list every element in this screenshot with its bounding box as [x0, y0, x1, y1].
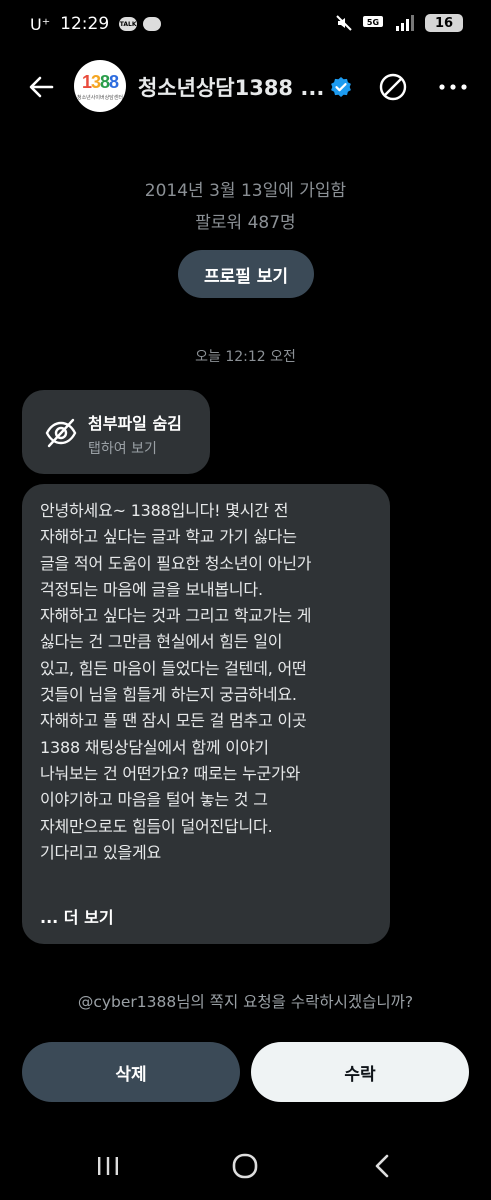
- clock: 12:29: [60, 14, 110, 34]
- status-right: 5G 16: [335, 14, 463, 32]
- verified-badge-icon: [331, 77, 352, 97]
- carrier-label: U⁺: [30, 14, 51, 34]
- mute-icon: [336, 15, 352, 31]
- nav-back-icon[interactable]: [372, 1153, 392, 1179]
- block-icon[interactable]: [378, 72, 408, 102]
- talk-icon: TALK: [119, 17, 138, 31]
- view-profile-button[interactable]: 프로필 보기: [178, 250, 314, 298]
- delete-button[interactable]: 삭제: [22, 1042, 240, 1102]
- message-request-prompt: @cyber1388님의 쪽지 요청을 수락하시겠습니까?: [77, 993, 414, 1011]
- follower-count: 팔로워 487명: [195, 213, 296, 233]
- more-options-icon[interactable]: [438, 82, 468, 92]
- battery-level: 16: [434, 15, 454, 31]
- attachment-title: 첨부파일 숨김: [88, 414, 182, 433]
- avatar[interactable]: 1388 청소년사이버상담센터: [74, 60, 126, 112]
- back-arrow-icon[interactable]: [26, 72, 56, 102]
- chat-icon: [143, 17, 162, 31]
- notification-icons: TALK: [119, 17, 162, 31]
- show-more-link[interactable]: ... 더 보기: [40, 904, 114, 928]
- 5g-icon: 5G: [363, 16, 383, 27]
- message-bubble: 안녕하세요~ 1388입니다! 몇시간 전 자해하고 싶다는 글과 학교 가기 …: [22, 484, 390, 944]
- hidden-attachment[interactable]: 첨부파일 숨김 탭하여 보기: [22, 390, 210, 474]
- signal-icon: [396, 15, 414, 31]
- attachment-subtitle: 탭하여 보기: [88, 441, 157, 457]
- recent-apps-icon[interactable]: [96, 1154, 120, 1178]
- conversation-header: 1388 청소년사이버상담센터 청소년상담1388 ...: [0, 60, 491, 116]
- accept-button[interactable]: 수락: [251, 1042, 469, 1102]
- message-text: 안녕하세요~ 1388입니다! 몇시간 전 자해하고 싶다는 글과 학교 가기 …: [40, 501, 312, 862]
- account-name: 청소년상담1388 ...: [138, 76, 325, 100]
- eye-off-icon: [45, 418, 77, 448]
- message-timestamp: 오늘 12:12 오전: [195, 349, 296, 365]
- system-nav-bar: [0, 1140, 491, 1200]
- avatar-subtext: 청소년사이버상담센터: [76, 94, 123, 101]
- battery-indicator: 16: [425, 14, 463, 32]
- conversation-title[interactable]: 청소년상담1388 ...: [138, 72, 352, 102]
- home-icon[interactable]: [232, 1153, 258, 1179]
- status-bar: U⁺ 12:29 TALK 5G 16: [0, 0, 491, 52]
- avatar-logo: 1388: [81, 71, 119, 92]
- join-date: 2014년 3월 13일에 가입함: [144, 181, 347, 201]
- status-left: U⁺ 12:29 TALK: [30, 14, 162, 34]
- svg-text:5G: 5G: [367, 18, 379, 27]
